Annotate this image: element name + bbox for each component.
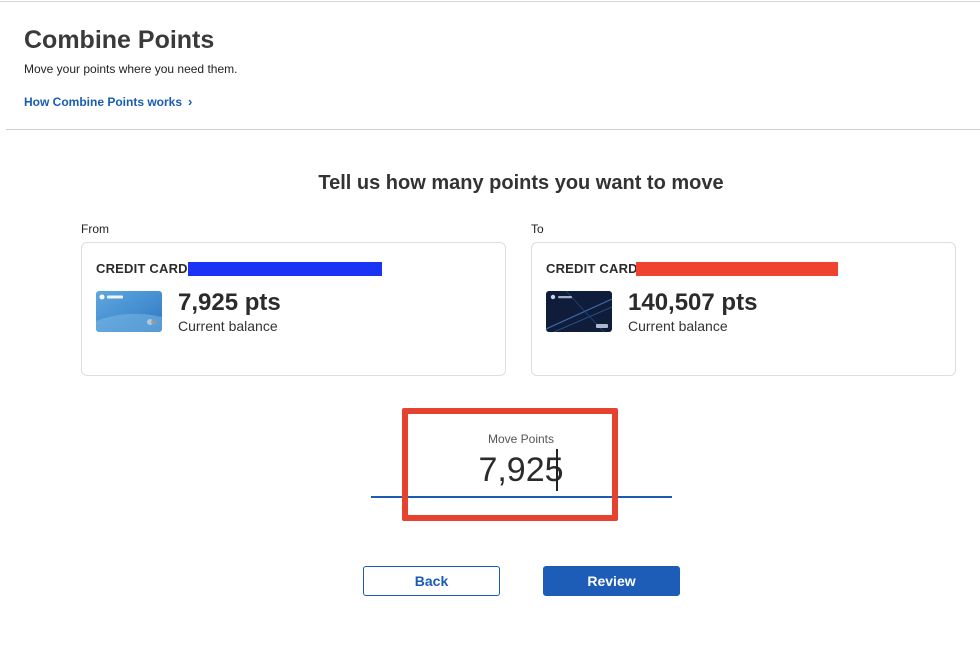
from-card-name: CREDIT CARD (	[96, 261, 197, 276]
top-divider	[0, 1, 980, 2]
page-title: Combine Points	[24, 26, 215, 54]
from-balance-label: Current balance	[178, 318, 278, 334]
review-button[interactable]: Review	[543, 566, 680, 596]
to-card-panel: CREDIT CARD 140,507 pts Current balance	[531, 242, 956, 376]
back-button[interactable]: Back	[363, 566, 500, 596]
how-combine-points-link[interactable]: How Combine Points works ›	[24, 94, 192, 109]
page-subtitle: Move your points where you need them.	[24, 62, 238, 76]
to-card-name: CREDIT CARD	[546, 261, 638, 276]
to-points-balance: 140,507 pts	[628, 289, 758, 316]
to-card-redaction	[636, 262, 838, 276]
annotation-highlight-box	[402, 408, 618, 521]
section-divider	[6, 129, 980, 130]
move-points-heading: Tell us how many points you want to move	[318, 172, 724, 194]
from-card-redaction	[188, 262, 382, 276]
chevron-right-icon: ›	[188, 94, 193, 109]
sapphire-card-image	[546, 291, 612, 332]
to-balance-label: Current balance	[628, 318, 728, 334]
from-points-balance: 7,925 pts	[178, 289, 281, 316]
from-label: From	[81, 222, 109, 236]
to-label: To	[531, 222, 544, 236]
from-card-panel: CREDIT CARD ( 7,925 pts Current balance	[81, 242, 506, 376]
freedom-card-image	[96, 291, 162, 332]
how-link-label: How Combine Points works	[24, 94, 183, 109]
